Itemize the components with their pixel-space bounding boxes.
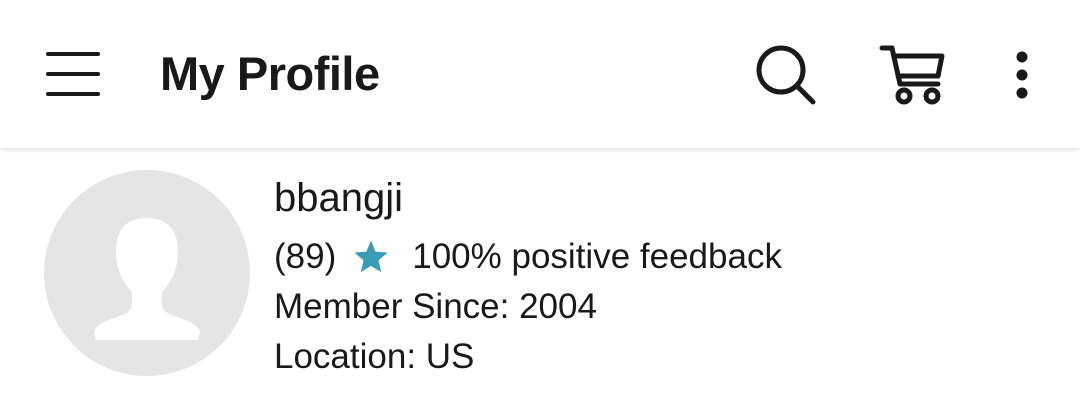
app-bar: My Profile: [0, 0, 1080, 148]
search-icon: [756, 45, 816, 105]
feedback-score: (89): [274, 237, 337, 276]
avatar[interactable]: [44, 170, 250, 376]
page-title: My Profile: [160, 47, 380, 100]
menu-button[interactable]: [34, 38, 114, 110]
username[interactable]: bbangji: [274, 174, 782, 222]
cart-icon: [879, 45, 945, 105]
more-vertical-icon: [1016, 51, 1028, 99]
feedback-percentage: 100% positive feedback: [412, 237, 782, 276]
location: Location: US: [274, 337, 475, 376]
profile-info: bbangji (89) 100% positive feedback Memb…: [274, 174, 782, 382]
hamburger-menu-icon: [46, 52, 100, 96]
default-user-silhouette-icon: [94, 218, 200, 340]
star-icon: [354, 240, 388, 273]
more-options-button[interactable]: [1000, 40, 1044, 110]
profile-section: bbangji (89) 100% positive feedback Memb…: [0, 148, 1080, 414]
member-since: Member Since: 2004: [274, 287, 597, 326]
feedback-row[interactable]: (89) 100% positive feedback: [274, 232, 782, 282]
search-button[interactable]: [745, 38, 825, 110]
cart-button[interactable]: [876, 36, 956, 112]
